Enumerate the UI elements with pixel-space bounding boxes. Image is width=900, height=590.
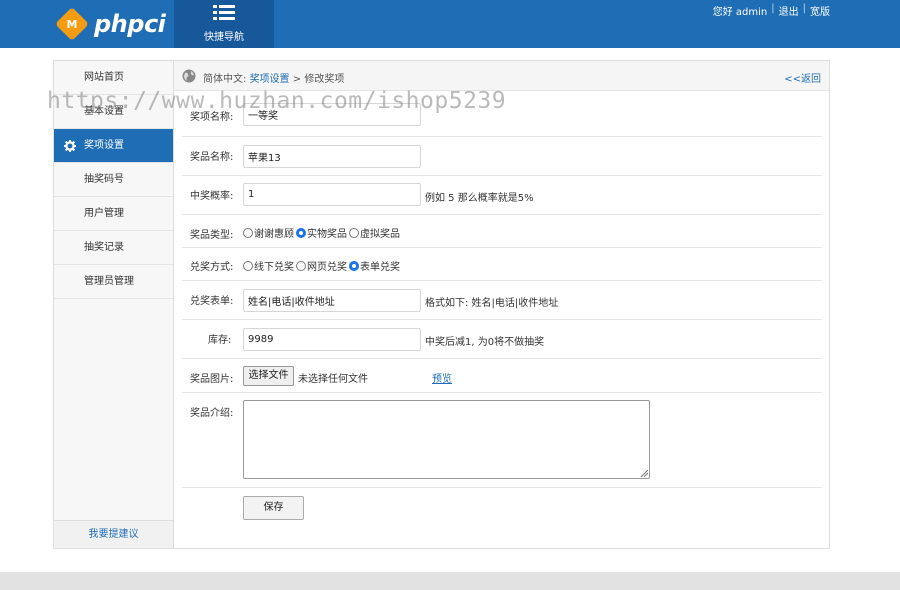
radio-label: 网页兑奖 — [307, 262, 347, 273]
radio-label: 线下兑奖 — [254, 262, 294, 273]
sidebar-item-users[interactable]: 用户管理 — [54, 197, 173, 231]
goods-name-input[interactable] — [243, 145, 421, 168]
save-button[interactable]: 保存 — [243, 496, 304, 520]
form-row-intro: 奖品介绍: — [182, 393, 822, 488]
probability-input[interactable] — [243, 183, 421, 206]
list-icon — [213, 5, 235, 20]
sidebar-item-label: 用户管理 — [84, 208, 124, 219]
sidebar-item-label: 抽奖码号 — [84, 174, 124, 185]
form-row-image: 奖品图片: 选择文件 未选择任何文件 预览 — [182, 359, 822, 393]
top-header: M phpci 快捷导航 您好 admin | 退出 | 宽版 — [0, 0, 900, 48]
logo-badge-letter: M — [66, 17, 78, 31]
suggestion-link[interactable]: 我要提建议 — [54, 520, 173, 548]
footer-strip — [0, 572, 900, 590]
intro-textarea[interactable] — [243, 400, 650, 479]
divider: | — [771, 3, 775, 14]
prize-type-label: 奖品类型: — [190, 230, 234, 241]
sidebar-item-label: 网站首页 — [84, 72, 124, 83]
form-row-probability: 中奖概率: 例如 5 那么概率就是5% — [182, 176, 822, 215]
stock-input[interactable] — [243, 328, 421, 351]
form-row-prize-type: 奖品类型: 谢谢惠顾 实物奖品 虚拟奖品 — [182, 215, 822, 248]
sidebar-item-lottery-codes[interactable]: 抽奖码号 — [54, 163, 173, 197]
back-link[interactable]: <<返回 — [784, 70, 821, 85]
image-label: 奖品图片: — [190, 374, 234, 385]
radio-label: 实物奖品 — [307, 229, 347, 240]
sidebar-item-label: 奖项设置 — [84, 140, 124, 151]
goods-name-label: 奖品名称: — [190, 152, 234, 163]
form-row-redeem-form: 兑奖表单: 格式如下: 姓名|电话|收件地址 — [182, 281, 822, 320]
user-bar: 您好 admin | 退出 | 宽版 — [713, 3, 830, 18]
form-row-goods-name: 奖品名称: — [182, 137, 822, 176]
sidebar-item-label: 抽奖记录 — [84, 242, 124, 253]
sidebar-item-label: 管理员管理 — [84, 276, 134, 287]
greeting-text: 您好 admin — [712, 7, 768, 18]
prize-type-radio-group: 谢谢惠顾 实物奖品 虚拟奖品 — [243, 225, 402, 240]
redeem-form-label: 兑奖表单: — [190, 296, 234, 307]
intro-label: 奖品介绍: — [190, 408, 234, 419]
stock-hint: 中奖后减1, 为0将不做抽奖 — [425, 337, 545, 348]
redeem-form-input[interactable] — [243, 289, 421, 312]
radio-offline[interactable] — [243, 260, 253, 271]
quick-nav-label: 快捷导航 — [204, 32, 244, 43]
sidebar-item-admins[interactable]: 管理员管理 — [54, 265, 173, 299]
radio-virtual[interactable] — [349, 227, 359, 238]
stock-label: 库存: — [208, 335, 232, 346]
radio-label: 虚拟奖品 — [360, 229, 400, 240]
breadcrumb-separator: > — [292, 74, 302, 85]
preview-link[interactable]: 预览 — [432, 370, 452, 385]
sidebar: 网站首页 基本设置 奖项设置 抽奖码号 用户管理 抽奖记录 管理员管理 我要提建… — [53, 60, 174, 549]
resize-grip-icon[interactable] — [640, 469, 648, 477]
radio-thanks[interactable] — [243, 227, 253, 238]
choose-file-button[interactable]: 选择文件 — [243, 366, 294, 386]
breadcrumb-prefix: 简体中文: — [203, 74, 247, 85]
radio-label: 谢谢惠顾 — [254, 229, 294, 240]
breadcrumb-path: 简体中文: 奖项设置 > 修改奖项 — [203, 70, 344, 85]
logo-badge-icon: M — [55, 7, 89, 41]
logo-text: phpci — [94, 10, 166, 38]
radio-web[interactable] — [296, 260, 306, 271]
breadcrumb-link-prize-settings[interactable]: 奖项设置 — [250, 74, 290, 85]
form-row-stock: 库存: 中奖后减1, 为0将不做抽奖 — [182, 320, 822, 359]
logout-link[interactable]: 退出 — [779, 3, 799, 18]
file-status-text: 未选择任何文件 — [298, 374, 368, 385]
logo[interactable]: M phpci — [55, 7, 166, 41]
main-panel: 简体中文: 奖项设置 > 修改奖项 <<返回 奖项名称: 奖品名称: 中奖概率:… — [174, 60, 830, 549]
sidebar-item-lottery-records[interactable]: 抽奖记录 — [54, 231, 173, 265]
probability-hint: 例如 5 那么概率就是5% — [425, 193, 534, 204]
form-row-redeem-method: 兑奖方式: 线下兑奖 网页兑奖 表单兑奖 — [182, 248, 822, 281]
redeem-method-radio-group: 线下兑奖 网页兑奖 表单兑奖 — [243, 258, 402, 273]
sidebar-item-prize-settings[interactable]: 奖项设置 — [54, 129, 173, 163]
probability-label: 中奖概率: — [190, 191, 234, 202]
divider: | — [802, 3, 806, 14]
redeem-method-label: 兑奖方式: — [190, 262, 234, 273]
redeem-form-hint: 格式如下: 姓名|电话|收件地址 — [425, 298, 559, 309]
quick-nav-button[interactable]: 快捷导航 — [174, 0, 274, 48]
radio-label: 表单兑奖 — [360, 262, 400, 273]
globe-icon — [182, 69, 196, 83]
watermark-text: https://www.huzhan.com/ishop5239 — [47, 88, 507, 114]
gear-icon — [64, 140, 76, 152]
radio-physical[interactable] — [296, 227, 306, 238]
breadcrumb-current: 修改奖项 — [304, 74, 345, 85]
radio-form[interactable] — [349, 260, 359, 271]
breadcrumb: 简体中文: 奖项设置 > 修改奖项 <<返回 — [174, 61, 829, 91]
wide-mode-link[interactable]: 宽版 — [810, 3, 830, 18]
